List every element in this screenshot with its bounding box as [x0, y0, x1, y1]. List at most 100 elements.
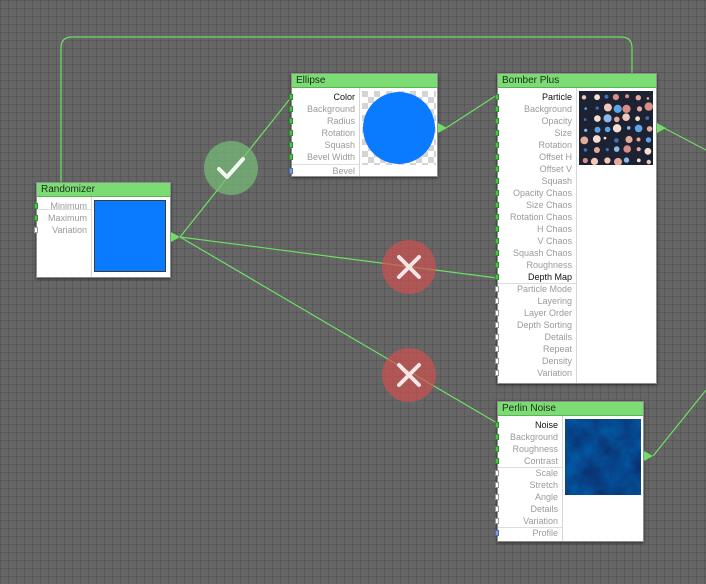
param-repeat: Repeat: [542, 344, 572, 354]
param-opacity-chaos: Opacity Chaos: [512, 188, 572, 198]
connection-rejected-badge: [382, 240, 436, 294]
param-offset-v: Offset V: [539, 164, 572, 174]
input-port-h-chaos[interactable]: [495, 226, 499, 232]
input-port-details[interactable]: [495, 506, 499, 512]
wire-randomizer-to-perlin-noise: [179, 236, 498, 424]
input-port-rotation-chaos[interactable]: [495, 214, 499, 220]
param-bevel-width: Bevel Width: [306, 152, 355, 162]
output-port-bomber-plus[interactable]: [657, 123, 666, 133]
param-background: Background: [306, 104, 355, 114]
param-angle: Angle: [534, 492, 558, 502]
input-port-opacity-chaos[interactable]: [495, 190, 499, 196]
param-roughness: Roughness: [512, 444, 558, 454]
node-title: Randomizer: [37, 183, 170, 197]
output-thumbnail: [565, 419, 641, 495]
param-bevel: Bevel: [332, 166, 355, 176]
output-port-ellipse[interactable]: [438, 123, 447, 133]
input-port-variation[interactable]: [495, 370, 499, 376]
input-port-noise[interactable]: [495, 422, 499, 428]
input-port-layering[interactable]: [495, 298, 499, 304]
param-offset-h: Offset H: [539, 152, 572, 162]
input-port-particle-mode[interactable]: [495, 286, 499, 292]
param-radius: Radius: [326, 116, 355, 126]
ellipse-node[interactable]: Ellipse Color Background Radius Rotation…: [289, 73, 438, 177]
param-density: Density: [541, 356, 572, 366]
input-port-layer-order[interactable]: [495, 310, 499, 316]
param-variation: Variation: [52, 225, 87, 235]
input-port-size[interactable]: [495, 130, 499, 136]
input-port-particle[interactable]: [495, 94, 499, 100]
connection-accepted-badge: [204, 141, 258, 195]
bomber-plus-node[interactable]: Bomber Plus Particle Background Opacity Siz…: [495, 73, 657, 384]
node-title: Perlin Noise: [498, 402, 643, 416]
input-port-depth-map[interactable]: [495, 274, 499, 280]
param-profile: Profile: [532, 528, 558, 538]
randomizer-node[interactable]: Randomizer Minimum Maximum Variation: [34, 182, 171, 278]
output-thumbnail: [94, 200, 166, 272]
input-port-squash[interactable]: [289, 142, 293, 148]
input-port-bevel[interactable]: [289, 168, 293, 174]
wire-randomizer-to-bomber-depthmap: [179, 236, 498, 279]
wire-perlin-output: [652, 389, 706, 457]
input-port-scale[interactable]: [495, 470, 499, 476]
input-port-squash-chaos[interactable]: [495, 250, 499, 256]
input-port-v-chaos[interactable]: [495, 238, 499, 244]
input-port-background[interactable]: [495, 434, 499, 440]
input-port-repeat[interactable]: [495, 346, 499, 352]
input-port-angle[interactable]: [495, 494, 499, 500]
input-port-profile[interactable]: [495, 530, 499, 536]
param-layering: Layering: [537, 296, 572, 306]
input-port-variation[interactable]: [495, 518, 499, 524]
input-port-maximum[interactable]: [34, 215, 38, 221]
param-background: Background: [509, 432, 558, 442]
input-port-roughness[interactable]: [495, 446, 499, 452]
output-port-randomizer[interactable]: [171, 232, 180, 242]
param-squash: Squash: [541, 176, 572, 186]
input-port-variation[interactable]: [34, 227, 38, 233]
param-scale: Scale: [535, 468, 558, 478]
input-port-details[interactable]: [495, 334, 499, 340]
param-background: Background: [523, 104, 572, 114]
input-port-contrast[interactable]: [495, 458, 499, 464]
param-size-chaos: Size Chaos: [525, 200, 572, 210]
input-port-color[interactable]: [289, 94, 293, 100]
input-port-density[interactable]: [495, 358, 499, 364]
param-size: Size: [554, 128, 572, 138]
output-thumbnail: [579, 91, 653, 165]
input-port-size-chaos[interactable]: [495, 202, 499, 208]
param-roughness: Roughness: [526, 260, 572, 270]
input-port-squash[interactable]: [495, 178, 499, 184]
param-rotation: Rotation: [321, 128, 355, 138]
param-rotation: Rotation: [538, 140, 572, 150]
input-port-offset-v[interactable]: [495, 166, 499, 172]
input-port-roughness[interactable]: [495, 262, 499, 268]
input-port-stretch[interactable]: [495, 482, 499, 488]
param-minimum: Minimum: [50, 201, 87, 211]
param-color: Color: [333, 92, 355, 102]
output-thumbnail: [362, 91, 436, 165]
perlin-noise-node[interactable]: Perlin Noise Noise Background Roughness Con…: [495, 401, 644, 542]
input-port-rotation[interactable]: [289, 130, 293, 136]
param-squash-chaos: Squash Chaos: [512, 248, 572, 258]
param-variation: Variation: [523, 516, 558, 526]
wire-bomber-output: [663, 127, 706, 151]
param-maximum: Maximum: [47, 213, 87, 223]
param-stretch: Stretch: [529, 480, 558, 490]
output-port-perlin-noise[interactable]: [644, 451, 653, 461]
input-port-background[interactable]: [289, 106, 293, 112]
x-icon: [397, 363, 421, 387]
param-particle: Particle: [541, 92, 572, 102]
node-title: Bomber Plus: [498, 74, 656, 88]
connection-rejected-badge: [382, 348, 436, 402]
param-details: Details: [530, 504, 558, 514]
input-port-depth-sorting[interactable]: [495, 322, 499, 328]
param-depth-map: Depth Map: [527, 272, 572, 282]
param-opacity: Opacity: [541, 116, 572, 126]
input-port-bevel-width[interactable]: [289, 154, 293, 160]
input-port-opacity[interactable]: [495, 118, 499, 124]
input-port-radius[interactable]: [289, 118, 293, 124]
input-port-rotation[interactable]: [495, 142, 499, 148]
input-port-offset-h[interactable]: [495, 154, 499, 160]
param-contrast: Contrast: [523, 456, 558, 466]
input-port-background[interactable]: [495, 106, 499, 112]
